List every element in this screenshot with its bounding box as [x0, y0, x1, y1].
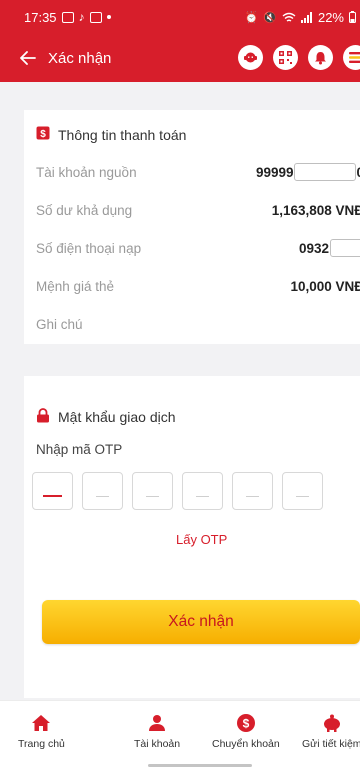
tab-home[interactable]: Trang chủ [18, 711, 65, 750]
source-account-number: 99999 [255, 164, 294, 180]
payment-info-card: $ Thông tin thanh toán Tài khoản nguồn 9… [24, 110, 360, 344]
get-otp-link[interactable]: Lấy OTP [176, 532, 227, 547]
otp-digit-3[interactable] [132, 472, 173, 510]
notification-dot-icon [106, 15, 111, 19]
qr-scan-button[interactable] [273, 45, 298, 70]
phone-number-row: Số điện thoại nạp 0932 [36, 238, 360, 258]
otp-digit-1[interactable] [32, 472, 73, 510]
menu-button[interactable] [343, 45, 360, 70]
mute-icon: 🔇 [263, 11, 277, 24]
battery-percent: 22% [317, 9, 344, 25]
svg-text:$: $ [243, 717, 250, 731]
alarm-icon: ⏰ [244, 11, 259, 24]
tiktok-icon: ♪ [78, 10, 85, 24]
bell-icon [315, 51, 326, 64]
otp-digit-2[interactable] [82, 472, 123, 510]
status-bar: 17:35 ♪ ⏰ 🔇 22% [0, 0, 360, 34]
available-balance-value: 1,163,808 VNĐ [271, 202, 360, 218]
payment-info-header: $ Thông tin thanh toán [36, 126, 186, 143]
qr-code-icon [279, 51, 292, 64]
tab-transfer[interactable]: $ Chuyển khoản [212, 711, 280, 750]
masked-digits [294, 163, 357, 181]
source-account-suffix: 0 [356, 165, 360, 180]
source-account-row: Tài khoản nguồn 99999 0 [36, 162, 360, 182]
card-denomination-row: Mệnh giá thẻ 10,000 VNĐ [36, 276, 360, 296]
payment-info-title: Thông tin thanh toán [58, 126, 187, 143]
password-header: Mật khẩu giao dịch [36, 408, 176, 426]
notification-button[interactable] [308, 45, 333, 70]
gallery-icon [61, 11, 74, 23]
confirm-button[interactable]: Xác nhận [42, 600, 360, 644]
otp-digit-5[interactable] [232, 472, 273, 510]
row-label: Tài khoản nguồn [36, 164, 137, 180]
tab-label: Chuyển khoản [212, 738, 280, 750]
back-button[interactable] [8, 34, 48, 82]
calendar-icon [89, 11, 102, 23]
support-button[interactable] [238, 45, 263, 70]
svg-text:$: $ [40, 129, 46, 140]
battery-icon [349, 11, 356, 23]
row-label: Số dư khả dụng [36, 202, 133, 218]
otp-input-group [32, 472, 323, 510]
note-row: Ghi chú [36, 314, 360, 334]
menu-icon [349, 52, 360, 63]
signal-icon [300, 11, 312, 23]
password-title: Mật khẩu giao dịch [58, 409, 176, 425]
home-indicator [148, 764, 252, 767]
phone-number-value: 0932 [298, 240, 329, 256]
home-icon [31, 711, 51, 735]
row-value: 99999 0 [256, 163, 360, 181]
tab-savings[interactable]: Gửi tiết kiệm [302, 711, 360, 750]
card-denomination-value: 10,000 VNĐ [290, 278, 360, 294]
user-icon [147, 711, 167, 735]
piggy-bank-icon [321, 711, 343, 735]
transfer-icon: $ [236, 711, 256, 735]
available-balance-row: Số dư khả dụng 1,163,808 VNĐ [36, 200, 360, 220]
tab-label: Gửi tiết kiệm [302, 738, 360, 750]
tab-account[interactable]: Tài khoản [134, 711, 180, 750]
arrow-left-icon [20, 51, 36, 65]
tab-label: Tài khoản [134, 738, 181, 750]
headset-icon [244, 52, 257, 63]
page-title: Xác nhận [48, 49, 112, 67]
otp-digit-4[interactable] [182, 472, 223, 510]
app-header: Xác nhận [0, 34, 360, 82]
masked-digits [330, 239, 360, 257]
invoice-icon: $ [36, 126, 50, 143]
row-label: Số điện thoại nạp [36, 240, 142, 256]
row-value: 0932 [299, 239, 360, 257]
tab-label: Trang chủ [18, 738, 65, 750]
otp-label: Nhập mã OTP [36, 442, 123, 457]
row-label: Mệnh giá thẻ [36, 278, 115, 294]
lock-icon [36, 408, 50, 426]
status-time: 17:35 [24, 9, 57, 25]
row-label: Ghi chú [36, 316, 83, 332]
otp-digit-6[interactable] [282, 472, 323, 510]
wifi-icon [282, 12, 296, 22]
